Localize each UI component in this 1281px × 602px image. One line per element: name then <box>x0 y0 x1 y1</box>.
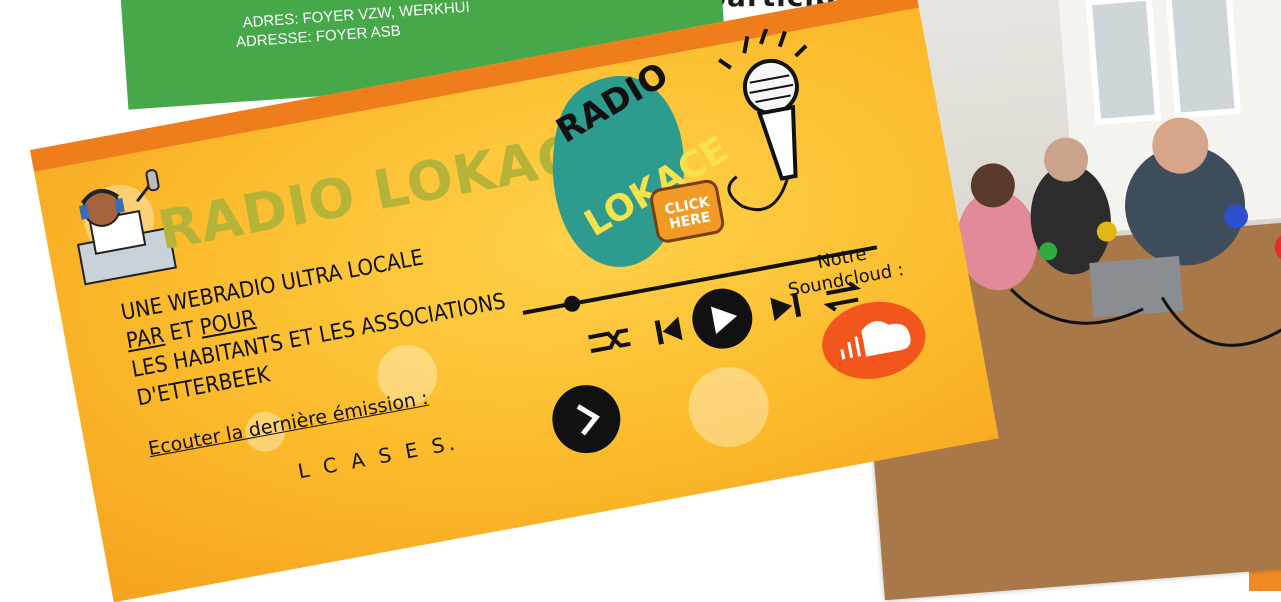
shuffle-icon[interactable] <box>588 328 631 354</box>
progress-handle[interactable] <box>563 294 582 313</box>
tagline-par: PAR <box>124 322 167 355</box>
tagline-et: ET <box>161 316 203 348</box>
previous-icon[interactable] <box>654 316 683 345</box>
bottom-partial-text: L C A S E S. <box>295 430 461 484</box>
play-button[interactable] <box>687 284 757 354</box>
listen-arrow-button[interactable] <box>544 377 628 461</box>
bokeh-decoration <box>681 360 776 454</box>
